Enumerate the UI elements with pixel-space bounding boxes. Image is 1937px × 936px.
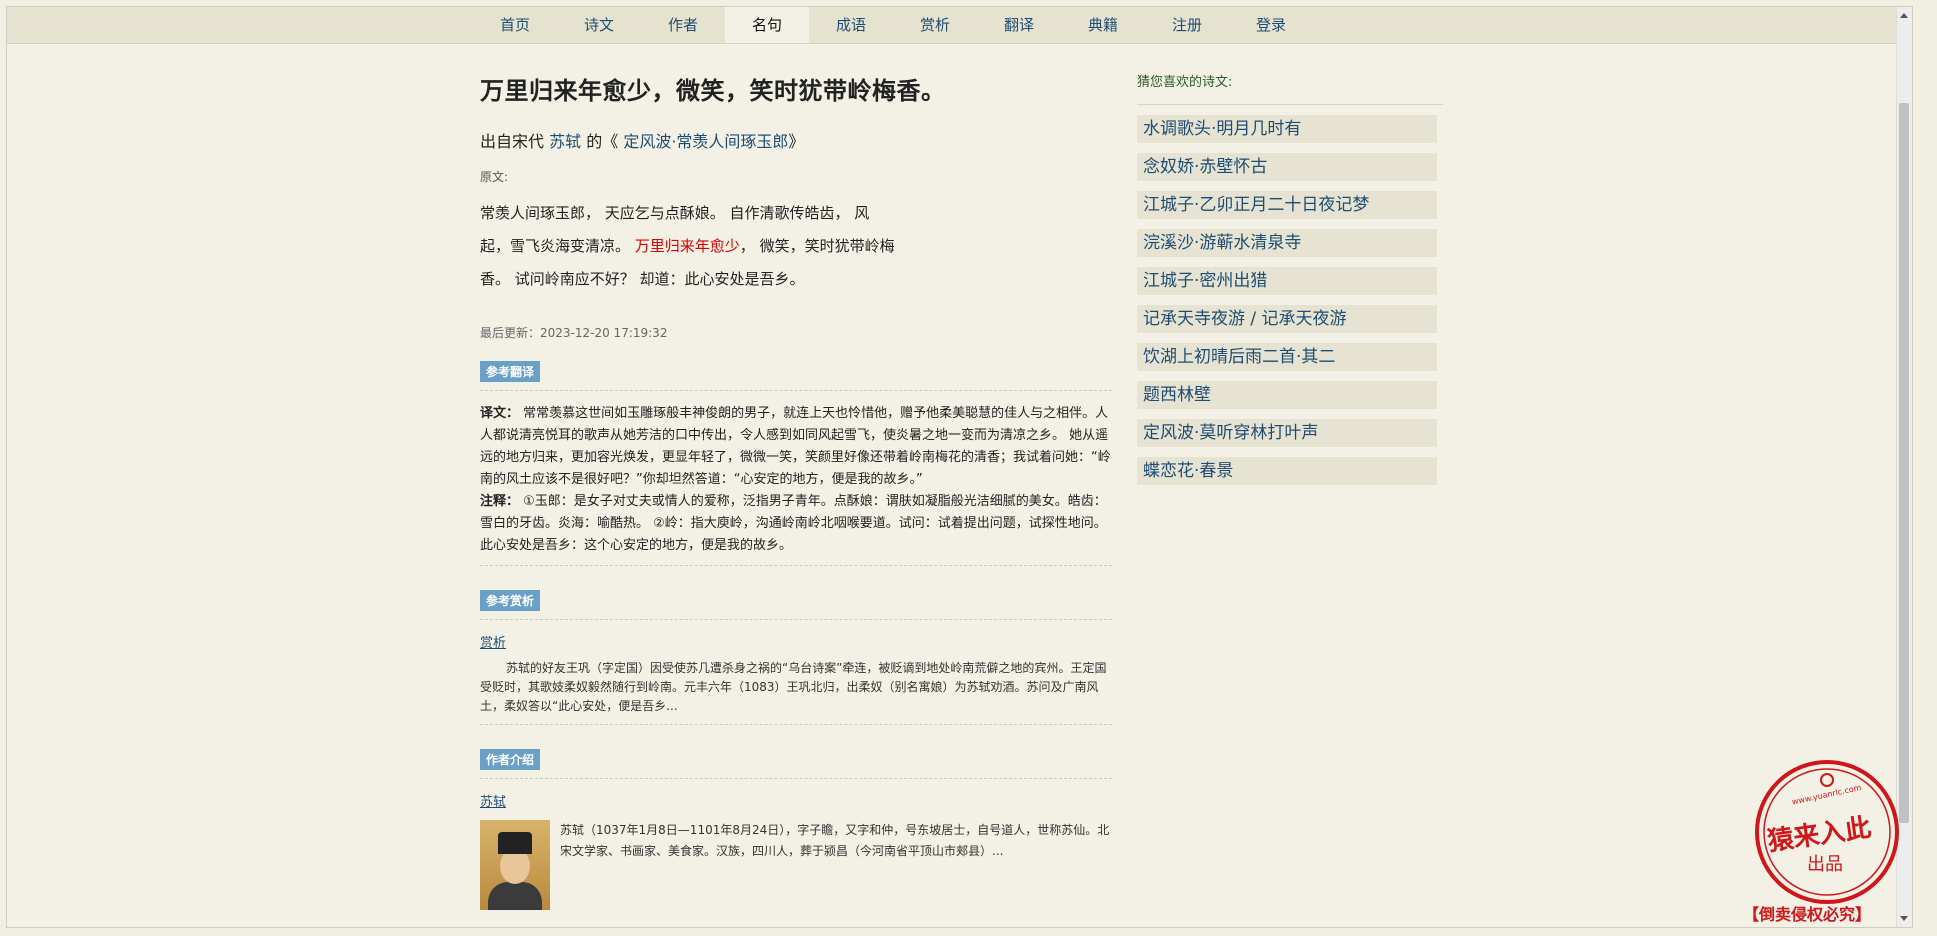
poem-line-1: 常羡人间琢玉郎， 天应乞与点酥娘。 自作清歌传皓齿， 风 — [480, 204, 870, 222]
nav-idioms[interactable]: 成语 — [809, 7, 893, 43]
author-tag: 作者介绍 — [480, 749, 541, 770]
browser-page: 首页 诗文 作者 名句 成语 赏析 翻译 典籍 注册 登录 万里归来年愈少，微笑… — [6, 6, 1913, 928]
recommend-item[interactable]: 蝶恋花·春景 — [1137, 457, 1437, 485]
recommend-item[interactable]: 记承天寺夜游 / 记承天夜游 — [1137, 305, 1437, 333]
author-portrait[interactable] — [480, 820, 550, 910]
recommend-item[interactable]: 饮湖上初晴后雨二首·其二 — [1137, 343, 1437, 371]
divider — [480, 724, 1112, 725]
yiwen-label: 译文： — [480, 406, 520, 421]
author-row: 苏轼（1037年1月8日—1101年8月24日），字子瞻，又字和仲，号东坡居士，… — [480, 820, 1112, 910]
poem-highlight: 万里归来年愈少 — [634, 237, 740, 255]
main-content: 万里归来年愈少，微笑，笑时犹带岭梅香。 出自宋代 苏轼 的《 定风波·常羡人间琢… — [480, 43, 1112, 910]
author-link[interactable]: 苏轼 — [549, 132, 581, 151]
scroll-thumb[interactable] — [1899, 103, 1909, 823]
divider — [480, 619, 1112, 620]
author-name-link[interactable]: 苏轼 — [480, 791, 506, 810]
seal-bottom: 【倒卖侵权必究】 — [1743, 905, 1871, 924]
original-label: 原文: — [480, 170, 509, 184]
translation-body: 译文： 常常羡慕这世间如玉雕琢般丰神俊朗的男子，就连上天也怜惜他，赠予他柔美聪慧… — [480, 403, 1112, 557]
recommend-item[interactable]: 定风波·莫听穿林打叶声 — [1137, 419, 1437, 447]
recommend-list: 水调歌头·明月几时有 念奴娇·赤壁怀古 江城子·乙卯正月二十日夜记梦 浣溪沙·游… — [1137, 115, 1443, 485]
sidebar-title: 猜您喜欢的诗文: — [1137, 75, 1233, 90]
famous-sentence: 万里归来年愈少，微笑，笑时犹带岭梅香。 — [480, 77, 946, 105]
poem-title-link[interactable]: 定风波·常羡人间琢玉郎 — [623, 132, 788, 151]
source-prefix: 出自宋代 — [480, 132, 545, 151]
source-suffix: 》 — [788, 132, 805, 151]
recommend-item[interactable]: 题西林壁 — [1137, 381, 1437, 409]
last-updated: 最后更新：2023-12-20 17:19:32 — [480, 326, 668, 340]
nav-appreciation[interactable]: 赏析 — [893, 7, 977, 43]
recommend-item[interactable]: 念奴娇·赤壁怀古 — [1137, 153, 1437, 181]
nav-classics[interactable]: 典籍 — [1061, 7, 1145, 43]
nav-poems[interactable]: 诗文 — [557, 7, 641, 43]
divider — [480, 778, 1112, 779]
nav-translation[interactable]: 翻译 — [977, 7, 1061, 43]
yiwen-text: 常常羡慕这世间如玉雕琢般丰神俊朗的男子，就连上天也怜惜他，赠予他柔美聪慧的佳人与… — [480, 406, 1111, 487]
translation-section: 参考翻译 译文： 常常羡慕这世间如玉雕琢般丰神俊朗的男子，就连上天也怜惜他，赠予… — [480, 361, 1112, 566]
appreciation-text: 苏轼的好友王巩（字定国）因受使苏几遭杀身之祸的“乌台诗案”牵连，被贬谪到地处岭南… — [480, 661, 1107, 713]
watermark-seal-icon: www.yuanrlc.com 猿来入此 出品 【倒卖侵权必究】 — [1743, 760, 1899, 924]
recommend-item[interactable]: 水调歌头·明月几时有 — [1137, 115, 1437, 143]
translation-tag: 参考翻译 — [480, 361, 541, 382]
poem-text: 常羡人间琢玉郎， 天应乞与点酥娘。 自作清歌传皓齿， 风 起，雪飞炎海变清凉。 … — [480, 197, 930, 296]
divider — [480, 390, 1112, 391]
poem-line-2a: 起，雪飞炎海变清凉。 — [480, 237, 635, 255]
appreciation-link[interactable]: 赏析 — [480, 632, 506, 651]
author-section: 作者介绍 苏轼 苏轼（1037年1月8日—1101年8月24日），字子瞻，又字和… — [480, 749, 1112, 910]
nav-home[interactable]: 首页 — [473, 7, 557, 43]
seal-sub: 出品 — [1807, 854, 1843, 875]
recommend-item[interactable]: 浣溪沙·游蕲水清泉寺 — [1137, 229, 1437, 257]
poem-line-2: 起，雪飞炎海变清凉。 万里归来年愈少， 微笑，笑时犹带岭梅 — [480, 230, 930, 263]
zhushi-label: 注释： — [480, 494, 520, 509]
nav-authors[interactable]: 作者 — [641, 7, 725, 43]
source-line: 出自宋代 苏轼 的《 定风波·常羡人间琢玉郎》 — [480, 128, 1112, 152]
sidebar-divider — [1137, 104, 1443, 105]
appreciation-section: 参考赏析 赏析 苏轼的好友王巩（字定国）因受使苏几遭杀身之祸的“乌台诗案”牵连，… — [480, 590, 1112, 725]
source-mid: 的《 — [586, 132, 619, 151]
divider — [480, 565, 1112, 566]
top-nav: 首页 诗文 作者 名句 成语 赏析 翻译 典籍 注册 登录 — [7, 7, 1912, 44]
scroll-up-icon[interactable] — [1900, 13, 1908, 18]
nav-register[interactable]: 注册 — [1145, 7, 1229, 43]
nav-login[interactable]: 登录 — [1229, 7, 1313, 43]
recommend-item[interactable]: 江城子·密州出猎 — [1137, 267, 1437, 295]
zhushi-text: ①玉郎：是女子对丈夫或情人的爱称，泛指男子青年。点酥娘：谓肤如凝脂般光洁细腻的美… — [480, 494, 1107, 553]
poem-line-2b: ， 微笑，笑时犹带岭梅 — [739, 237, 895, 255]
sidebar: 猜您喜欢的诗文: 水调歌头·明月几时有 念奴娇·赤壁怀古 江城子·乙卯正月二十日… — [1137, 43, 1443, 495]
seal-main: 猿来入此 — [1765, 813, 1873, 857]
appreciation-tag: 参考赏析 — [480, 590, 541, 611]
nav-famous-lines[interactable]: 名句 — [725, 7, 809, 43]
poem-line-3: 香。 试问岭南应不好？ 却道：此心安处是吾乡。 — [480, 270, 805, 288]
recommend-item[interactable]: 江城子·乙卯正月二十日夜记梦 — [1137, 191, 1437, 219]
author-description: 苏轼（1037年1月8日—1101年8月24日），字子瞻，又字和仲，号东坡居士，… — [560, 823, 1110, 858]
